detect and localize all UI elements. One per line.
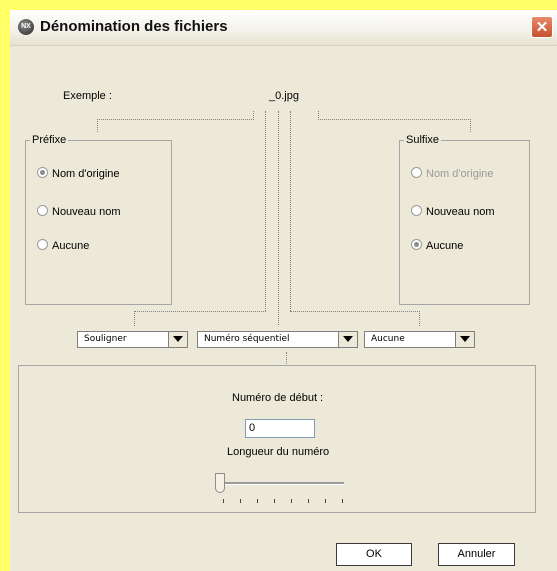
chevron-down-icon[interactable] [168,332,187,347]
slider-tick [257,499,258,503]
prefix-radio-original-name[interactable]: Nom d'origine [37,167,120,180]
radio-label: Nom d'origine [426,168,494,180]
example-value: _0.jpg [269,90,299,102]
connector-line [290,311,420,326]
slider-tick [325,499,326,503]
radio-icon [411,205,422,216]
radio-icon [411,167,422,178]
connector-line [278,111,279,325]
prefix-group: Préfixe [25,134,172,305]
radio-selected-icon [37,167,48,178]
close-icon[interactable]: ✕ [531,16,553,38]
connector-line [290,111,291,311]
ok-button[interactable]: OK [336,543,412,566]
connector-line [286,352,287,366]
radio-label: Nouveau nom [426,206,495,218]
chevron-down-icon[interactable] [338,332,357,347]
title-bar[interactable]: NX Dénomination des fichiers ✕ [10,10,557,46]
connector-line [318,111,319,120]
connector-line [318,119,471,132]
suffix-separator-select[interactable]: Aucune [364,331,475,348]
example-label: Exemple : [63,90,112,102]
suffix-radio-new-name[interactable]: Nouveau nom [411,205,495,218]
radio-label: Nom d'origine [52,168,120,180]
app-logo-icon: NX [18,19,34,35]
prefix-radio-none[interactable]: Aucune [37,239,89,252]
prefix-legend: Préfixe [32,134,67,146]
radio-label: Nouveau nom [52,206,121,218]
suffix-group: Sulfixe [399,134,530,305]
radio-selected-icon [411,239,422,250]
connector-line [265,111,266,311]
separator-select[interactable]: Souligner [77,331,188,348]
cancel-button[interactable]: Annuler [438,543,515,566]
chevron-down-icon[interactable] [455,332,474,347]
slider-tick [240,499,241,503]
prefix-radio-new-name[interactable]: Nouveau nom [37,205,121,218]
window-title: Dénomination des fichiers [40,18,228,35]
slider-tick [223,499,224,503]
numbering-panel [18,365,536,513]
radio-icon [37,239,48,250]
slider-tick [274,499,275,503]
number-length-label: Longueur du numéro [227,446,330,458]
slider-tick [308,499,309,503]
connector-line [253,111,254,120]
separator-select-value: Souligner [84,334,127,344]
slider-thumb[interactable] [215,473,225,493]
number-length-slider[interactable] [218,482,344,485]
suffix-separator-select-value: Aucune [371,334,405,344]
naming-select[interactable]: Numéro séquentiel [197,331,358,348]
slider-tick [291,499,292,503]
start-number-label: Numéro de début : [232,392,324,404]
radio-icon [37,205,48,216]
suffix-legend: Sulfixe [406,134,440,146]
connector-line [134,311,266,326]
naming-select-value: Numéro séquentiel [204,334,290,344]
radio-label: Aucune [52,240,90,252]
start-number-input[interactable]: 0 [245,419,315,438]
suffix-radio-original-name[interactable]: Nom d'origine [411,167,494,180]
slider-tick [342,499,343,503]
radio-label: Aucune [426,240,464,252]
connector-line [97,119,254,132]
suffix-radio-none[interactable]: Aucune [411,239,463,252]
